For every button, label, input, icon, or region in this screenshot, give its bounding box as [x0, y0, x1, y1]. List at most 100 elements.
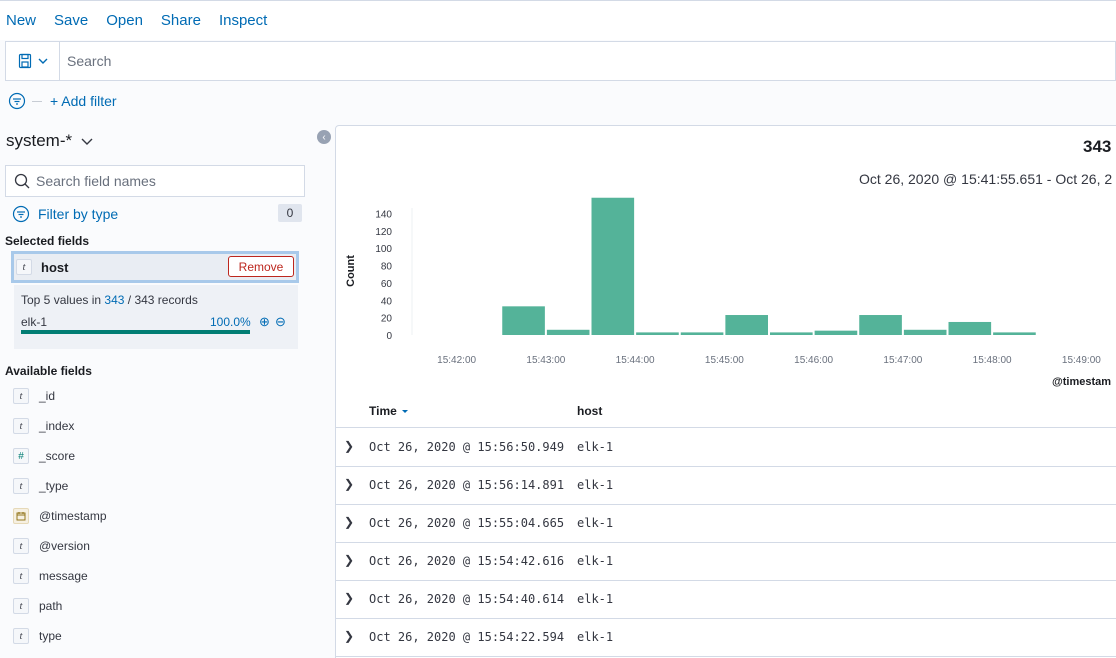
string-type-icon: t — [13, 418, 29, 434]
field-name: _type — [39, 479, 69, 493]
expand-row-icon[interactable]: ❯ — [344, 477, 354, 491]
expand-row-icon[interactable]: ❯ — [344, 629, 354, 643]
field-name: _id — [39, 389, 56, 403]
remove-field-button[interactable]: Remove — [228, 256, 294, 277]
x-tick-label: 15:44:00 — [616, 355, 655, 366]
filter-by-type-label: Filter by type — [38, 206, 119, 222]
row-host: elk-1 — [577, 440, 614, 454]
string-type-icon: t — [13, 478, 29, 494]
inspect-button[interactable]: Inspect — [219, 12, 267, 29]
row-time: Oct 26, 2020 @ 15:54:22.594 — [369, 630, 565, 644]
table-header: Time host — [336, 396, 1116, 428]
filter-out-value-icon[interactable]: ⊖ — [275, 315, 286, 329]
time-range-label: Oct 26, 2020 @ 15:41:55.651 - Oct 26, 2 — [859, 171, 1113, 187]
field-sidebar: system-* Filter by type 0 Selected field… — [0, 125, 310, 658]
histogram-bar — [859, 315, 902, 335]
y-axis-label: Count — [345, 255, 357, 287]
table-row: ❯ Oct 26, 2020 @ 15:54:40.614 elk-1 — [336, 581, 1116, 619]
column-header-host[interactable]: host — [577, 404, 602, 418]
chevron-down-icon — [38, 58, 47, 64]
collapse-sidebar-icon[interactable]: ‹ — [317, 130, 331, 144]
histogram-bar — [903, 329, 947, 335]
field-name: _index — [39, 419, 75, 433]
expand-row-icon[interactable]: ❯ — [344, 553, 354, 567]
top-values-summary: Top 5 values in 343 / 343 records — [21, 293, 198, 307]
field-name: @version — [39, 539, 90, 553]
expand-row-icon[interactable]: ❯ — [344, 591, 354, 605]
histogram-bar — [680, 332, 724, 335]
field-row-type[interactable]: t _type — [13, 477, 68, 495]
histogram-bar — [948, 321, 992, 335]
saved-query-button[interactable] — [6, 42, 60, 80]
x-tick-label: 15:47:00 — [883, 355, 922, 366]
string-type-icon: t — [13, 568, 29, 584]
column-header-time[interactable]: Time — [369, 404, 409, 418]
discover-main-panel: 343 Oct 26, 2020 @ 15:41:55.651 - Oct 26… — [335, 125, 1116, 658]
table-row: ❯ Oct 26, 2020 @ 15:56:50.949 elk-1 — [336, 429, 1116, 467]
field-row-version[interactable]: t @version — [13, 537, 90, 555]
y-tick-label: 40 — [381, 296, 393, 307]
filter-bar: + Add filter — [8, 91, 117, 111]
table-row: ❯ Oct 26, 2020 @ 15:54:42.616 elk-1 — [336, 543, 1116, 581]
table-row: ❯ Oct 26, 2020 @ 15:54:22.594 elk-1 — [336, 619, 1116, 657]
add-filter-button[interactable]: + Add filter — [50, 93, 117, 109]
field-row-index[interactable]: t _index — [13, 417, 74, 435]
field-row-path[interactable]: t path — [13, 597, 62, 615]
x-tick-label: 15:45:00 — [705, 355, 744, 366]
filter-by-type-button[interactable]: Filter by type — [12, 205, 118, 223]
string-type-icon: t — [13, 388, 29, 404]
y-tick-label: 140 — [375, 209, 392, 220]
histogram-bar — [636, 332, 679, 335]
string-type-icon: t — [13, 538, 29, 554]
filter-count-badge: 0 — [278, 204, 302, 222]
row-host: elk-1 — [577, 592, 614, 606]
new-button[interactable]: New — [6, 12, 36, 29]
row-host: elk-1 — [577, 630, 614, 644]
field-row-timestamp[interactable]: @timestamp — [13, 507, 107, 525]
row-host: elk-1 — [577, 516, 614, 530]
index-pattern-selector[interactable]: system-* — [6, 131, 94, 151]
top-value-label: elk-1 — [21, 315, 48, 329]
string-type-icon: t — [13, 628, 29, 644]
field-name: @timestamp — [39, 509, 107, 523]
histogram-bar — [591, 197, 635, 335]
hits-count: 343 — [1083, 137, 1112, 156]
open-button[interactable]: Open — [106, 12, 143, 29]
field-row-type-field[interactable]: t type — [13, 627, 62, 645]
top-value-percent: 100.0% — [210, 315, 251, 329]
selected-field-host[interactable]: t host Remove — [11, 251, 299, 283]
field-row-message[interactable]: t message — [13, 567, 88, 585]
y-tick-label: 20 — [381, 314, 393, 325]
field-row-id[interactable]: t _id — [13, 387, 55, 405]
save-button[interactable]: Save — [54, 12, 88, 29]
number-type-icon: # — [13, 448, 29, 464]
search-input[interactable] — [60, 43, 1115, 79]
index-pattern-title: system-* — [6, 131, 73, 150]
top-value-progress — [21, 330, 250, 334]
field-search-input[interactable] — [36, 167, 304, 195]
row-time: Oct 26, 2020 @ 15:54:42.616 — [369, 554, 565, 568]
histogram-bar — [770, 332, 813, 335]
expand-row-icon[interactable]: ❯ — [344, 515, 354, 529]
y-tick-label: 0 — [386, 331, 392, 342]
field-name: path — [39, 599, 63, 613]
row-time: Oct 26, 2020 @ 15:55:04.665 — [369, 516, 565, 530]
field-name: type — [39, 629, 62, 643]
string-type-icon: t — [13, 598, 29, 614]
chevron-down-icon — [81, 138, 93, 145]
table-row: ❯ Oct 26, 2020 @ 15:55:04.665 elk-1 — [336, 505, 1116, 543]
y-tick-label: 80 — [381, 262, 393, 273]
share-button[interactable]: Share — [161, 12, 201, 29]
field-name: host — [41, 259, 69, 275]
field-row-score[interactable]: # _score — [13, 447, 75, 465]
x-axis-label: @timestam — [1052, 376, 1111, 388]
expand-row-icon[interactable]: ❯ — [344, 439, 354, 453]
x-tick-label: 15:48:00 — [973, 355, 1012, 366]
y-tick-label: 120 — [375, 227, 392, 238]
filter-for-value-icon[interactable]: ⊕ — [259, 315, 270, 329]
histogram-bar — [546, 329, 590, 335]
filter-icon[interactable] — [8, 92, 26, 110]
records-count-link[interactable]: 343 — [104, 293, 124, 307]
field-search — [5, 165, 305, 197]
x-tick-label: 15:42:00 — [437, 355, 476, 366]
